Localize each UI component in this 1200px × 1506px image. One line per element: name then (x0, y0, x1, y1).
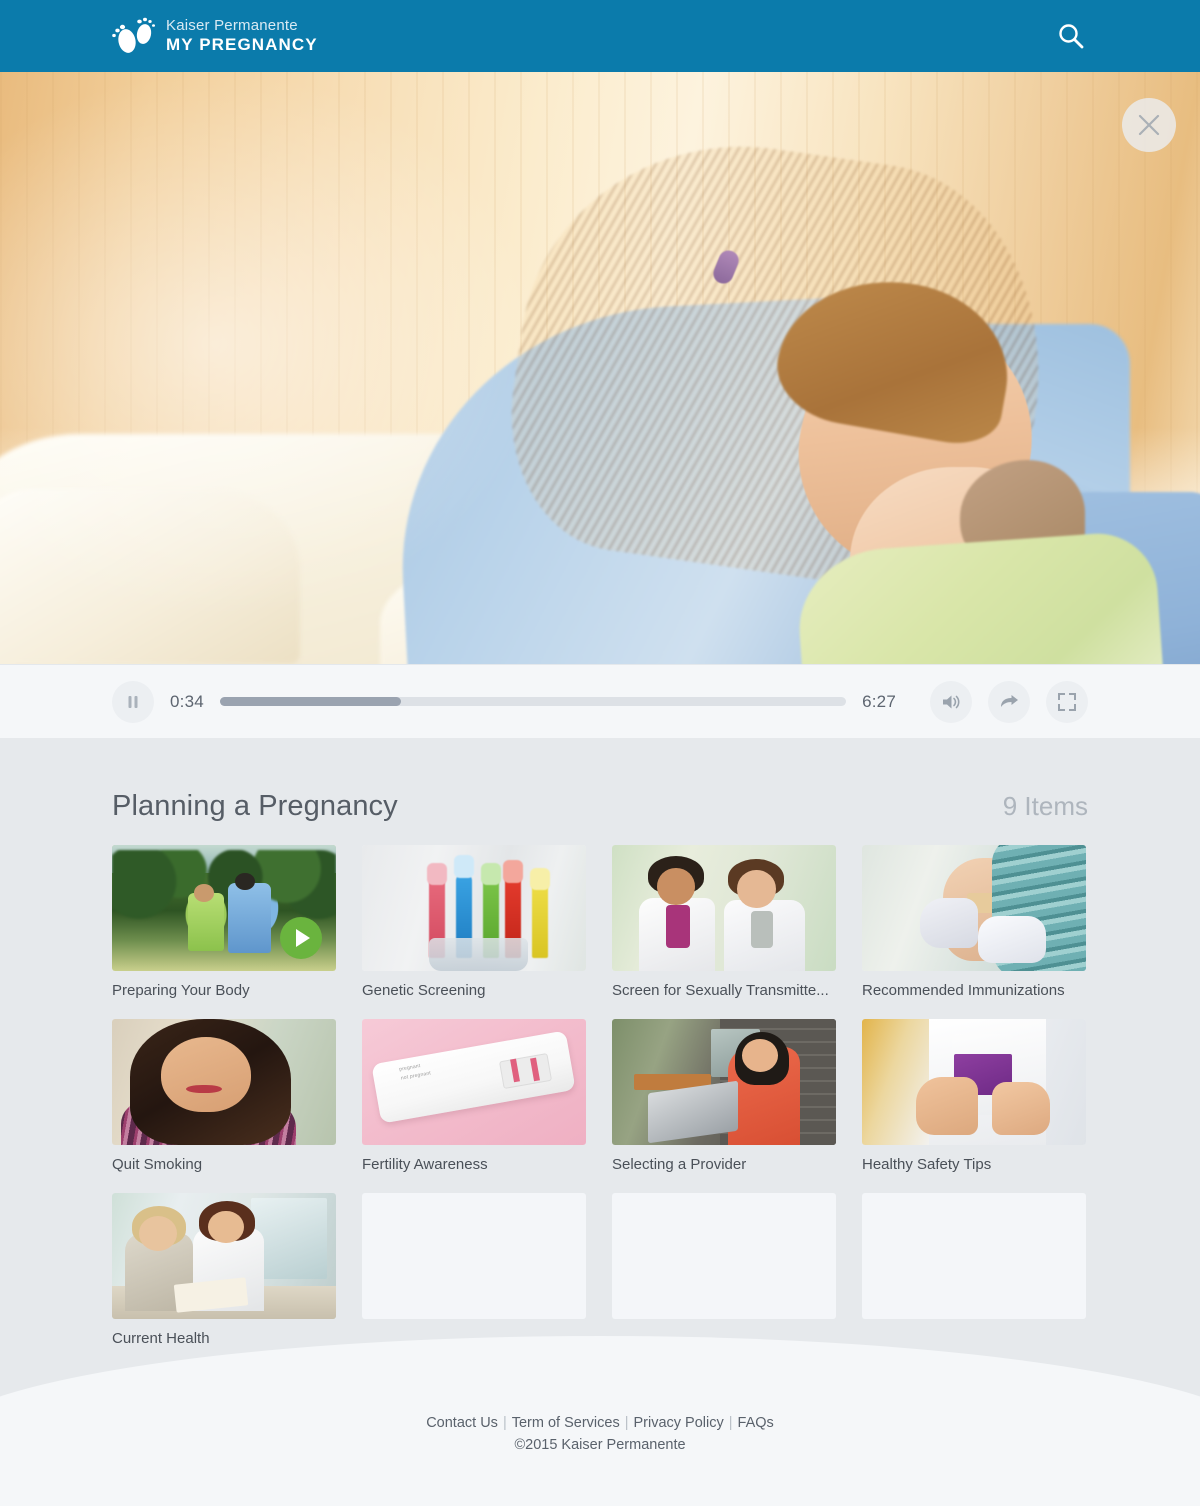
close-icon[interactable] (1122, 98, 1176, 152)
thumbnail[interactable]: pregnant not pregnant (362, 1019, 586, 1145)
list-item[interactable]: Preparing Your Body (112, 845, 336, 1001)
fullscreen-icon[interactable] (1046, 680, 1088, 723)
list-item-label: Preparing Your Body (112, 982, 250, 999)
empty-placeholder-card (862, 1193, 1086, 1319)
footer-link-terms[interactable]: Term of Services (512, 1415, 620, 1431)
woman-face (161, 1036, 251, 1113)
footer-link-contact-us[interactable]: Contact Us (426, 1415, 498, 1431)
list-item-label: Current Health (112, 1330, 210, 1347)
doctor-face-1 (656, 867, 695, 906)
video-pillow (0, 489, 300, 664)
list-item[interactable]: pregnant not pregnant Fertility Awarenes… (362, 1019, 586, 1175)
share-icon[interactable] (988, 680, 1030, 723)
woman-face-laptop (741, 1039, 778, 1072)
footer: Contact Us | Term of Services | Privacy Poli… (0, 1398, 1200, 1456)
content-area: Planning a Pregnancy 9 Items Preparing Y… (0, 738, 1200, 1398)
volume-icon[interactable] (930, 680, 972, 723)
brand-name: Kaiser Permanente (166, 17, 298, 34)
empty-placeholder-card (362, 1193, 586, 1319)
list-item-label: Genetic Screening (362, 982, 486, 999)
thumbnail[interactable] (612, 1019, 836, 1145)
list-item-label: Fertility Awareness (362, 1156, 488, 1173)
search-icon[interactable] (1054, 19, 1088, 53)
item-count: 9 Items (1002, 791, 1088, 821)
thumbnail[interactable] (612, 845, 836, 971)
page-title: Planning a Pregnancy (112, 790, 398, 822)
brush-head-red (426, 862, 448, 886)
patient-face (138, 1215, 177, 1251)
empty-placeholder-card (612, 1193, 836, 1319)
thumb-head-1 (193, 884, 214, 902)
list-item[interactable]: Current Health (112, 1193, 336, 1349)
copyright-text: ©2015 Kaiser Permanente (514, 1437, 686, 1453)
footer-separator: | (728, 1415, 733, 1431)
list-item[interactable]: Genetic Screening (362, 845, 586, 1001)
current-time: 0:34 (170, 691, 204, 711)
progress-bar[interactable] (219, 697, 847, 706)
thumbnail[interactable] (862, 845, 1086, 971)
list-item[interactable]: Recommended Immunizations (862, 845, 1086, 1001)
video-grid: Preparing Your Body Genetic Screening Sc… (112, 845, 1088, 1349)
brand-logo[interactable]: Kaiser Permanente MY PREGNANCY (112, 16, 318, 56)
progress-fill (219, 697, 402, 706)
brush-head-red2 (503, 860, 524, 883)
footer-area: Contact Us | Term of Services | Privacy Poli… (0, 1336, 1200, 1506)
app-header: Kaiser Permanente MY PREGNANCY (0, 0, 1200, 72)
thumbnail[interactable] (112, 1019, 336, 1145)
list-item-label: Recommended Immunizations (862, 982, 1065, 999)
thumbnail[interactable] (112, 845, 336, 971)
pause-icon[interactable] (112, 680, 154, 723)
total-time: 6:27 (862, 691, 896, 711)
list-item-label: Selecting a Provider (612, 1156, 747, 1173)
footprints-icon (112, 16, 156, 56)
list-item-label: Quit Smoking (112, 1156, 203, 1173)
list-item[interactable]: Selecting a Provider (612, 1019, 836, 1175)
section-header: Planning a Pregnancy 9 Items (112, 738, 1088, 845)
brush-head-yellow (530, 867, 551, 891)
hand-right (991, 1082, 1051, 1135)
doctor-shirt-1 (665, 905, 691, 949)
video-player[interactable] (0, 72, 1200, 664)
thumbnail[interactable] (362, 845, 586, 971)
thumbnail[interactable] (862, 1019, 1086, 1145)
list-item[interactable]: Screen for Sexually Transmitte... (612, 845, 836, 1001)
glove-left (920, 897, 979, 949)
thumb-person-blue (228, 882, 272, 954)
list-item[interactable]: Healthy Safety Tips (862, 1019, 1086, 1175)
footer-links: Contact Us | Term of Services | Privacy Poli… (0, 1412, 1200, 1434)
thumbnail[interactable] (112, 1193, 336, 1319)
doctor-face-2 (737, 870, 776, 908)
play-icon[interactable] (280, 917, 322, 959)
list-item-label: Healthy Safety Tips (862, 1156, 992, 1173)
list-item[interactable]: Quit Smoking (112, 1019, 336, 1175)
brush-head-blue (453, 855, 474, 878)
list-item-label: Screen for Sexually Transmitte... (612, 982, 829, 999)
hand-left (915, 1076, 979, 1135)
woman-lips (185, 1084, 222, 1094)
video-control-bar: 0:34 6:27 (0, 664, 1200, 738)
glove-right (978, 915, 1046, 964)
footer-separator: | (624, 1415, 629, 1431)
brand-product: MY PREGNANCY (166, 35, 318, 54)
footer-link-privacy[interactable]: Privacy Policy (633, 1415, 723, 1431)
brush-head-green (480, 862, 501, 886)
footer-link-faqs[interactable]: FAQs (738, 1415, 774, 1431)
doctor-shirt-2 (750, 910, 774, 949)
brush-cup (429, 938, 528, 971)
footer-separator: | (502, 1415, 507, 1431)
